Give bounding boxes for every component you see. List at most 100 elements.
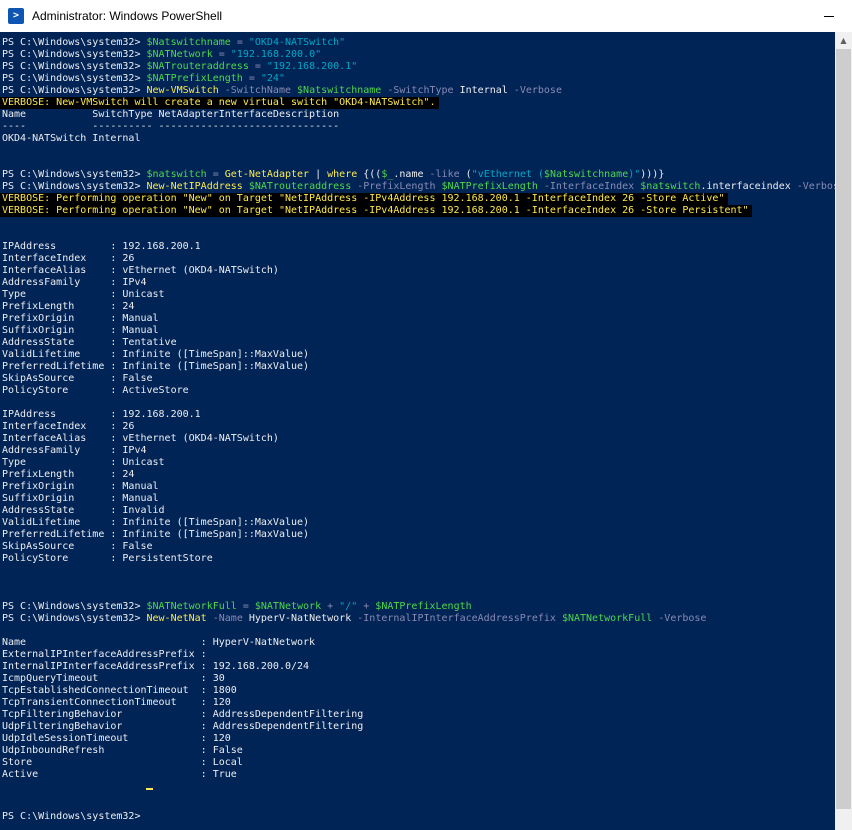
console-token: SuffixOrigin : Manual (2, 493, 159, 504)
console-line: InterfaceAlias : vEthernet (OKD4-NATSwit… (2, 265, 279, 277)
console-token: where (327, 169, 358, 180)
prompt-text: PS C:\Windows\system32> (2, 811, 147, 822)
console-line: VERBOSE: New-VMSwitch will create a new … (2, 97, 435, 109)
console-line: ---- ---------- ------------------------… (2, 121, 339, 133)
scroll-up-arrow-icon[interactable]: ▲ (835, 32, 852, 49)
prompt-text: PS C:\Windows\system32> (2, 181, 147, 192)
console-line: PS C:\Windows\system32> $NATNetwork = "1… (2, 49, 321, 61)
console-token: Active : True (2, 769, 237, 780)
console-token: AddressState : Invalid (2, 505, 165, 516)
console-token: $natswitch (640, 181, 701, 192)
console-token: ( (459, 169, 472, 180)
console-token: $NATrouteraddress (248, 181, 352, 192)
console-token: "192.168.200.1" (266, 61, 358, 72)
console-token: InterfaceIndex : 26 (2, 253, 135, 264)
console-token: $Natswitchname (543, 169, 629, 180)
minimize-button[interactable] (806, 0, 852, 32)
console-token: Name : HyperV-NatNetwork (2, 637, 316, 648)
console-line: AddressState : Invalid (2, 505, 165, 517)
console-token: "OKD4-NATSwitch" (248, 37, 346, 48)
console-token: -SwitchName (218, 85, 298, 96)
console-line: SuffixOrigin : Manual (2, 325, 159, 337)
console-token: -like (429, 169, 460, 180)
console-token: SkipAsSource : False (2, 541, 153, 552)
console-token: $_ (381, 169, 394, 180)
console-token: )))} (640, 169, 665, 180)
console-token: InterfaceAlias : vEthernet (OKD4-NATSwit… (2, 433, 279, 444)
console-token: TcpEstablishedConnectionTimeout : 1800 (2, 685, 237, 696)
console-token: AddressFamily : IPv4 (2, 445, 147, 456)
console-line: TcpFilteringBehavior : AddressDependentF… (2, 709, 363, 721)
console-token: PolicyStore : ActiveStore (2, 385, 189, 396)
console-line: PS C:\Windows\system32> New-NetIPAddress… (2, 181, 835, 193)
console-token: Internal (459, 85, 508, 96)
console-line: PS C:\Windows\system32> (2, 811, 147, 823)
window-title: Administrator: Windows PowerShell (32, 9, 223, 23)
console-line: IPAddress : 192.168.200.1 (2, 409, 201, 421)
console-token: TcpTransientConnectionTimeout : 120 (2, 697, 231, 708)
prompt-text: PS C:\Windows\system32> (2, 169, 147, 180)
console-line: VERBOSE: Performing operation "New" on T… (2, 205, 749, 217)
console-line: UdpFilteringBehavior : AddressDependentF… (2, 721, 363, 733)
console-token: UdpIdleSessionTimeout : 120 (2, 733, 231, 744)
console-token: | (309, 169, 328, 180)
console-token: UdpFilteringBehavior : AddressDependentF… (2, 721, 364, 732)
console-token: $NATNetworkFull (146, 601, 237, 612)
console-line: PolicyStore : ActiveStore (2, 385, 189, 397)
console-line: TcpEstablishedConnectionTimeout : 1800 (2, 685, 237, 697)
console-token: VERBOSE: New-VMSwitch will create a new … (2, 97, 436, 108)
console-line: UdpInboundRefresh : False (2, 745, 243, 757)
console-line: PreferredLifetime : Infinite ([TimeSpan]… (2, 529, 309, 541)
console-token: Get-NetAdapter (224, 169, 310, 180)
console-line: AddressFamily : IPv4 (2, 445, 147, 457)
scrollbar-thumb[interactable] (836, 49, 851, 809)
console-line: PrefixLength : 24 (2, 301, 134, 313)
console-line: PrefixOrigin : Manual (2, 481, 159, 493)
console-line: ValidLifetime : Infinite ([TimeSpan]::Ma… (2, 349, 309, 361)
console-token: -PrefixLength (351, 181, 442, 192)
console-token: -InternalIPInterfaceAddressPrefix (351, 613, 562, 624)
console-line: PS C:\Windows\system32> New-VMSwitch -Sw… (2, 85, 562, 97)
console-line: ExternalIPInterfaceAddressPrefix : (2, 649, 207, 661)
title-bar[interactable]: > Administrator: Windows PowerShell (0, 0, 852, 32)
console-token: ValidLifetime : Infinite ([TimeSpan]::Ma… (2, 349, 310, 360)
console-token: = (212, 49, 231, 60)
console-token: PrefixOrigin : Manual (2, 481, 159, 492)
console-token: InternalIPInterfaceAddressPrefix : 192.1… (2, 661, 310, 672)
console-token: SuffixOrigin : Manual (2, 325, 159, 336)
console-line: InterfaceIndex : 26 (2, 421, 134, 433)
console-token: $Natswitchname (146, 37, 231, 48)
console-line: InterfaceAlias : vEthernet (OKD4-NATSwit… (2, 433, 279, 445)
console-token: $NATPrefixLength (375, 601, 472, 612)
console-line: SkipAsSource : False (2, 541, 153, 553)
console-line: InternalIPInterfaceAddressPrefix : 192.1… (2, 661, 309, 673)
console-token: "vEthernet ( (471, 169, 544, 180)
console-token: PreferredLifetime : Infinite ([TimeSpan]… (2, 361, 310, 372)
console-token: $Natswitchname (297, 85, 382, 96)
console-line: PrefixOrigin : Manual (2, 313, 159, 325)
console-token: Type : Unicast (2, 457, 165, 468)
console-token: AddressState : Tentative (2, 337, 177, 348)
console-token: ExternalIPInterfaceAddressPrefix : (2, 649, 207, 660)
console-line: PS C:\Windows\system32> New-NetNat -Name… (2, 613, 706, 625)
console-token: PrefixLength : 24 (2, 301, 135, 312)
console-token: IPAddress : 192.168.200.1 (2, 241, 201, 252)
console-token: )" (628, 169, 641, 180)
console-token: ---- ---------- ------------------------… (2, 121, 340, 132)
console-line: AddressState : Tentative (2, 337, 177, 349)
console-token: .interfaceindex (700, 181, 791, 192)
console-token: -Verbose (507, 85, 562, 96)
console-line: TcpTransientConnectionTimeout : 120 (2, 697, 231, 709)
console-token: $natswitch (146, 169, 207, 180)
console-output[interactable]: PS C:\Windows\system32> $Natswitchname =… (0, 32, 835, 830)
console-token: VERBOSE: Performing operation "New" on T… (2, 193, 725, 204)
console-line: PS C:\Windows\system32> $NATPrefixLength… (2, 73, 285, 85)
console-token: = (236, 601, 255, 612)
console-token: = (230, 37, 249, 48)
console-token: InterfaceIndex : 26 (2, 421, 135, 432)
console-line: SkipAsSource : False (2, 373, 153, 385)
console-line: IcmpQueryTimeout : 30 (2, 673, 225, 685)
console-token: HyperV-NatNetwork (248, 613, 352, 624)
console-token: Store : Local (2, 757, 243, 768)
console-token: = (206, 169, 225, 180)
